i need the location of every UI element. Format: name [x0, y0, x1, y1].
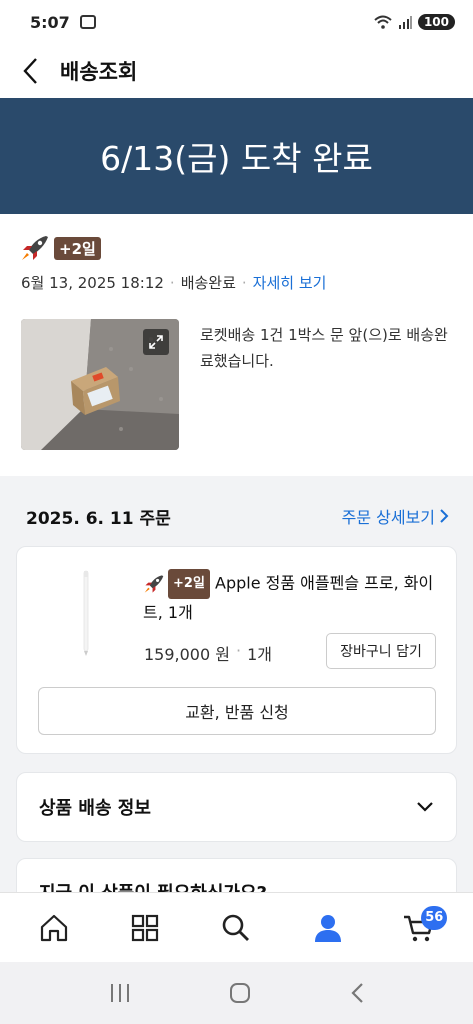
order-detail-link[interactable]: 주문 상세보기 [342, 504, 449, 528]
wifi-icon [374, 15, 392, 29]
nav-home[interactable] [24, 898, 84, 958]
delivery-message: 로켓배송 1건 1박스 문 앞(으)로 배송완료했습니다. [200, 326, 448, 370]
separator-dot: · [235, 641, 242, 660]
status-icons: 100 [374, 14, 455, 30]
expand-icon [149, 335, 163, 349]
plus-days-badge: +2일 [54, 236, 101, 260]
exchange-return-button[interactable]: 교환, 반품 신청 [38, 687, 436, 735]
plus-days-badge: +2일 [168, 569, 210, 599]
delivery-detail-link[interactable]: 자세히 보기 [253, 272, 327, 293]
product-thumbnail[interactable] [57, 567, 117, 657]
product-price-row: 159,000 원 · 1개 [144, 641, 272, 665]
nav-cart[interactable]: 56 [389, 898, 449, 958]
grid-icon [131, 914, 159, 941]
chevron-down-icon [417, 802, 433, 812]
product-title[interactable]: +2일 Apple 정품 애플펜슬 프로, 화이트, 1개 [143, 569, 443, 627]
battery-indicator: 100 [417, 14, 455, 30]
status-bar: 5:07 100 [0, 0, 473, 44]
product-card: +2일 Apple 정품 애플펜슬 프로, 화이트, 1개 159,000 원 … [16, 546, 457, 754]
rocket-icon [22, 236, 48, 260]
cart-count-badge: 56 [421, 905, 448, 930]
rocket-badge: +2일 [20, 234, 101, 262]
arrival-banner: 6/13(금) 도착 완료 [0, 98, 473, 214]
back-button[interactable] [0, 44, 60, 98]
expand-photo-button[interactable] [143, 329, 169, 355]
bottom-nav: 56 [0, 892, 473, 962]
app-header: 배송조회 [0, 44, 473, 98]
recent-apps-icon[interactable] [108, 982, 132, 1004]
chevron-right-icon [440, 509, 449, 523]
nav-categories[interactable] [115, 898, 175, 958]
separator-dot: · [241, 273, 247, 292]
order-header: 2025. 6. 11 주문 주문 상세보기 [0, 496, 473, 536]
shipping-info-section[interactable]: 상품 배송 정보 [16, 772, 457, 842]
separator-dot: · [169, 273, 175, 292]
nav-search[interactable] [206, 898, 266, 958]
add-to-cart-button[interactable]: 장바구니 담기 [326, 633, 436, 669]
back-arrow-icon [23, 58, 37, 84]
page-title: 배송조회 [60, 60, 138, 84]
delivery-status: 배송완료 [180, 274, 236, 292]
status-time: 5:07 [30, 12, 70, 32]
system-nav-bar [0, 962, 473, 1024]
order-detail-label: 주문 상세보기 [341, 508, 435, 527]
product-quantity: 1개 [247, 645, 272, 664]
rocket-badge: +2일 [143, 569, 210, 599]
rocket-icon [144, 575, 164, 593]
user-icon [314, 914, 341, 942]
delivery-meta: 6월 13, 2025 18:12 · 배송완료 · 자세히 보기 [21, 272, 326, 293]
home-icon [40, 914, 67, 941]
nav-my-account[interactable] [298, 898, 358, 958]
delivery-status-card: +2일 6월 13, 2025 18:12 · 배송완료 · 자세히 보기 로켓… [0, 214, 473, 476]
order-date: 2025. 6. 11 주문 [26, 508, 171, 529]
product-price: 159,000 원 [144, 645, 230, 664]
back-button-icon[interactable] [349, 981, 365, 1005]
delivery-photo[interactable] [21, 319, 179, 450]
delivery-datetime: 6월 13, 2025 18:12 [21, 274, 164, 292]
search-icon [223, 914, 250, 941]
screenshot-notification-icon [79, 15, 96, 29]
signal-icon [398, 16, 412, 29]
home-button-icon[interactable] [228, 981, 252, 1005]
shipping-info-title: 상품 배송 정보 [39, 798, 151, 819]
arrival-status-text: 6/13(금) 도착 완료 [100, 139, 373, 178]
